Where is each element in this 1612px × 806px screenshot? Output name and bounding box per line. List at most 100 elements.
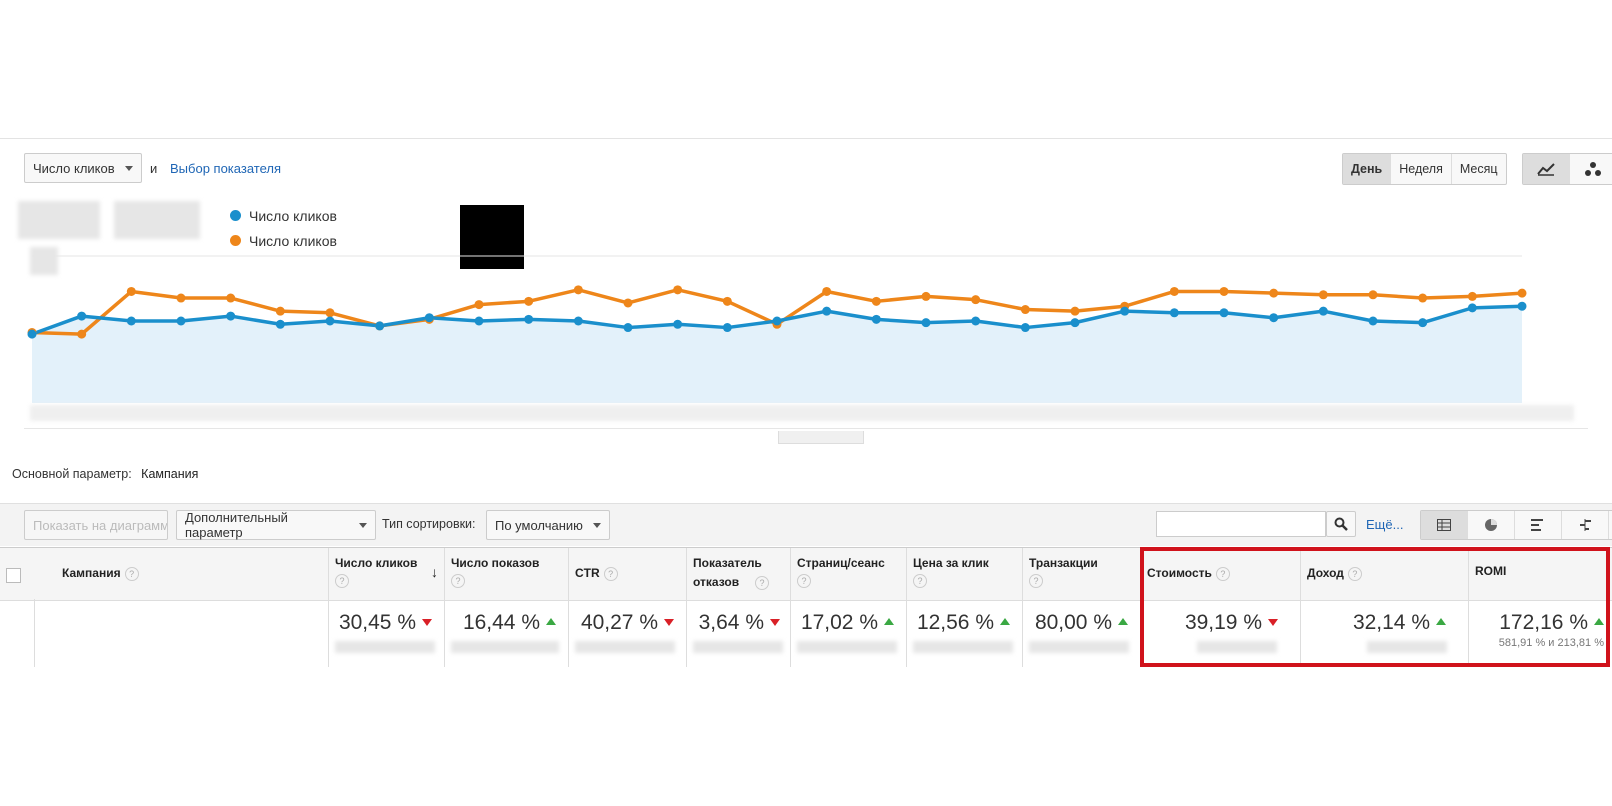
secondary-param-label: Дополнительный параметр [185,510,288,540]
help-icon[interactable]: ? [124,566,139,581]
motion-chart-icon[interactable] [1569,154,1612,184]
more-link[interactable]: Ещё... [1366,517,1403,532]
data-point-1[interactable] [1467,303,1477,313]
col-bounce-rate[interactable]: Показатель отказов? [686,548,790,600]
col-cpc[interactable]: Цена за клик? [906,548,1022,600]
data-point-1[interactable] [1517,301,1527,311]
data-point-2[interactable] [921,291,931,301]
col-clicks[interactable]: Число кликов ↓? [328,548,444,600]
help-icon[interactable]: ? [603,566,618,581]
data-point-2[interactable] [1169,286,1179,296]
line-chart-icon[interactable] [1523,154,1569,184]
data-point-2[interactable] [1070,306,1080,316]
data-point-1[interactable] [623,323,633,333]
help-icon[interactable]: ? [913,574,927,588]
bar-view-icon[interactable] [1514,511,1561,539]
data-point-1[interactable] [1418,318,1428,328]
metric-select[interactable]: Число кликов [24,153,142,183]
pie-view-icon[interactable] [1467,511,1514,539]
data-point-2[interactable] [722,296,732,306]
col-cost[interactable]: Стоимость? [1140,548,1300,600]
comparison-view-icon[interactable] [1561,511,1608,539]
primary-dimension-value[interactable]: Кампания [141,467,198,481]
col-impressions[interactable]: Число показов? [444,548,568,600]
data-point-1[interactable] [1070,318,1080,328]
help-icon[interactable]: ? [797,574,811,588]
data-point-1[interactable] [176,316,186,326]
data-point-1[interactable] [77,311,87,321]
col-revenue[interactable]: Доход? [1300,548,1468,600]
data-point-1[interactable] [1120,306,1130,316]
data-point-1[interactable] [424,313,434,323]
data-point-2[interactable] [524,296,534,306]
sort-select[interactable]: По умолчанию [486,510,610,540]
data-point-1[interactable] [673,319,683,329]
data-point-2[interactable] [1269,288,1279,298]
col-pages-per-session[interactable]: Страниц/сеанс? [790,548,906,600]
data-point-2[interactable] [871,296,881,306]
data-point-1[interactable] [921,318,931,328]
search-input[interactable] [1156,511,1326,537]
data-point-1[interactable] [524,314,534,324]
data-point-2[interactable] [1020,305,1030,315]
data-point-2[interactable] [1219,286,1229,296]
data-point-1[interactable] [1219,308,1229,318]
data-point-1[interactable] [375,321,385,331]
data-point-1[interactable] [1269,313,1279,323]
help-icon[interactable]: ? [755,576,769,590]
table-view-icon[interactable] [1421,511,1467,539]
period-day-button[interactable]: День [1343,154,1391,184]
data-point-2[interactable] [474,300,484,310]
data-point-1[interactable] [226,311,236,321]
data-point-2[interactable] [822,286,832,296]
show-on-chart-button[interactable]: Показать на диаграмме [24,510,168,540]
secondary-param-select[interactable]: Дополнительный параметр [176,510,376,540]
data-point-1[interactable] [474,316,484,326]
data-point-1[interactable] [871,314,881,324]
data-point-2[interactable] [971,295,981,305]
data-point-2[interactable] [573,285,583,295]
pivot-view-icon[interactable] [1608,511,1612,539]
data-point-1[interactable] [1318,306,1328,316]
col-transactions[interactable]: Транзакции? [1022,548,1140,600]
data-point-1[interactable] [772,316,782,326]
data-point-1[interactable] [722,323,732,333]
help-icon[interactable]: ? [1347,566,1362,581]
period-month-button[interactable]: Месяц [1450,154,1506,184]
data-point-1[interactable] [573,316,583,326]
data-point-1[interactable] [1368,316,1378,326]
data-point-2[interactable] [623,298,633,308]
collapse-chart-handle[interactable] [778,431,864,444]
data-point-2[interactable] [673,285,683,295]
col-romi[interactable]: ROMI [1468,548,1612,600]
data-point-2[interactable] [275,306,285,316]
data-point-2[interactable] [1318,290,1328,300]
data-point-2[interactable] [1418,293,1428,303]
data-point-2[interactable] [77,329,87,339]
data-point-2[interactable] [226,293,236,303]
data-point-2[interactable] [1467,291,1477,301]
data-point-1[interactable] [275,319,285,329]
search-button[interactable] [1326,511,1356,537]
data-point-2[interactable] [1368,290,1378,300]
help-icon[interactable]: ? [335,574,349,588]
data-point-1[interactable] [1020,323,1030,333]
data-point-1[interactable] [822,306,832,316]
data-point-2[interactable] [176,293,186,303]
data-point-1[interactable] [971,316,981,326]
data-point-1[interactable] [325,316,335,326]
help-icon[interactable]: ? [451,574,465,588]
data-point-1[interactable] [27,329,37,339]
help-icon[interactable]: ? [1029,574,1043,588]
col-ctr[interactable]: CTR? [568,548,686,600]
help-icon[interactable]: ? [1215,566,1230,581]
data-point-2[interactable] [126,286,136,296]
data-point-1[interactable] [126,316,136,326]
data-point-1[interactable] [1169,308,1179,318]
data-point-2[interactable] [325,308,335,318]
pick-metric-link[interactable]: Выбор показателя [170,161,281,176]
period-week-button[interactable]: Неделя [1390,154,1451,184]
col-campaign[interactable]: Кампания? [34,548,328,600]
select-all-checkbox[interactable] [6,568,21,583]
data-point-2[interactable] [1517,288,1527,298]
